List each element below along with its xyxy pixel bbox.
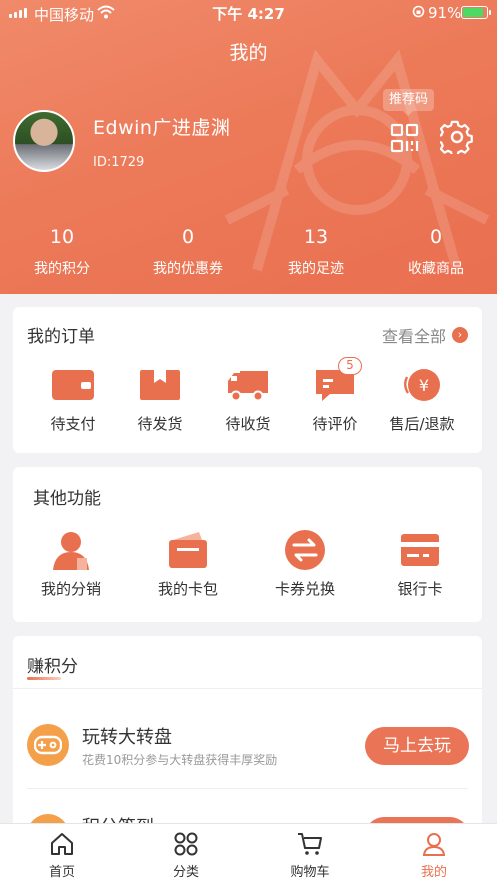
func-label: 我的卡包 [157,580,218,598]
functions-title: 其他功能 [33,489,101,509]
review-count-badge: 5 [338,357,362,375]
refund-icon: ¥ [377,365,467,405]
stat-label: 我的足迹 [288,261,344,277]
grid-icon [124,832,248,858]
bank-card-icon [375,530,465,570]
settings-gear-icon[interactable] [440,120,474,154]
divider [27,788,468,789]
stat-value: 0 [429,226,443,248]
profile-header: 中国移动 下午 4:27 91% 我的 Edwin广进虚渊 ID:1729 推荐… [0,0,497,294]
qr-code-icon[interactable] [390,122,420,154]
task-description: 花费10积分参与大转盘获得丰厚奖励 [82,753,278,767]
stat-points[interactable]: 10 我的积分 [0,226,124,278]
user-id: ID:1729 [93,155,145,170]
stat-favorites[interactable]: 0 收藏商品 [374,226,497,278]
stat-coupons[interactable]: 0 我的优惠券 [126,226,250,278]
orders-card: 我的订单 查看全部 › 待支付 待发货 待收货 5 待评价 ¥ 售后/退款 [13,307,482,453]
card-wallet-icon [143,530,233,570]
wallet-icon [28,365,118,405]
stat-value: 10 [49,226,75,248]
orders-title: 我的订单 [27,327,95,347]
gamepad-icon [27,724,69,766]
avatar[interactable] [13,110,75,172]
stat-value: 13 [303,226,329,248]
title-underline [27,677,61,680]
user-profile-icon [372,832,496,858]
tab-label: 我的 [420,865,447,880]
play-now-button[interactable]: 马上去玩 [365,727,469,765]
order-label: 待评价 [312,415,358,433]
stat-label: 我的优惠券 [153,261,223,277]
tab-label: 分类 [172,865,199,880]
battery-icon [461,6,491,19]
recommend-code-tag[interactable]: 推荐码 [383,89,435,116]
stat-label: 我的积分 [34,261,90,277]
order-pending-receipt[interactable]: 待收货 [203,365,293,434]
shopping-cart-icon [248,832,372,858]
stat-label: 收藏商品 [408,261,464,277]
order-pending-review[interactable]: 5 待评价 [290,357,380,434]
svg-text:¥: ¥ [419,376,429,395]
tab-label: 购物车 [290,865,330,880]
view-all-label: 查看全部 [381,327,446,346]
order-label: 待收货 [225,415,271,433]
box-icon [115,365,205,405]
home-icon [0,832,124,858]
stat-value: 0 [181,226,195,248]
page-title: 我的 [229,42,268,64]
exchange-icon [260,530,350,570]
func-card-wallet[interactable]: 我的卡包 [143,530,233,599]
tab-mine[interactable]: 我的 [372,832,496,880]
divider [13,688,482,689]
tab-category[interactable]: 分类 [124,832,248,880]
func-label: 卡券兑换 [274,580,335,598]
tab-label: 首页 [48,865,75,880]
order-pending-payment[interactable]: 待支付 [28,365,118,434]
username[interactable]: Edwin广进虚渊 [93,113,230,140]
stats-row: 10 我的积分 0 我的优惠券 13 我的足迹 0 收藏商品 [0,226,497,286]
func-bank-card[interactable]: 银行卡 [375,530,465,599]
order-label: 售后/退款 [389,415,455,433]
task-lucky-wheel: 玩转大转盘 花费10积分参与大转盘获得丰厚奖励 马上去玩 [13,708,482,778]
func-label: 我的分销 [40,580,101,598]
functions-card: 其他功能 我的分销 我的卡包 卡券兑换 银行卡 [13,467,482,622]
user-icon [26,530,116,570]
tab-home[interactable]: 首页 [0,832,124,880]
task-name: 玩转大转盘 [82,727,172,748]
order-after-sales[interactable]: ¥ 售后/退款 [377,365,467,434]
tab-cart[interactable]: 购物车 [248,832,372,880]
battery-percentage: 91% [428,4,462,22]
earn-points-card: 赚积分 玩转大转盘 花费10积分参与大转盘获得丰厚奖励 马上去玩 积分签到 [13,636,482,836]
earn-title: 赚积分 [27,657,78,677]
func-label: 银行卡 [397,580,443,598]
chevron-right-icon: › [452,327,468,343]
chat-icon [290,365,380,405]
stat-footprints[interactable]: 13 我的足迹 [254,226,378,278]
order-label: 待支付 [50,415,96,433]
truck-icon [203,365,293,405]
func-coupon-exchange[interactable]: 卡券兑换 [260,530,350,599]
status-bar: 中国移动 下午 4:27 91% [0,0,497,26]
view-all-orders-link[interactable]: 查看全部 › [382,323,468,347]
rotation-lock-icon [412,5,425,18]
func-distribution[interactable]: 我的分销 [26,530,116,599]
bottom-tab-bar: 首页 分类 购物车 我的 [0,823,497,883]
order-label: 待发货 [137,415,183,433]
order-pending-shipment[interactable]: 待发货 [115,365,205,434]
